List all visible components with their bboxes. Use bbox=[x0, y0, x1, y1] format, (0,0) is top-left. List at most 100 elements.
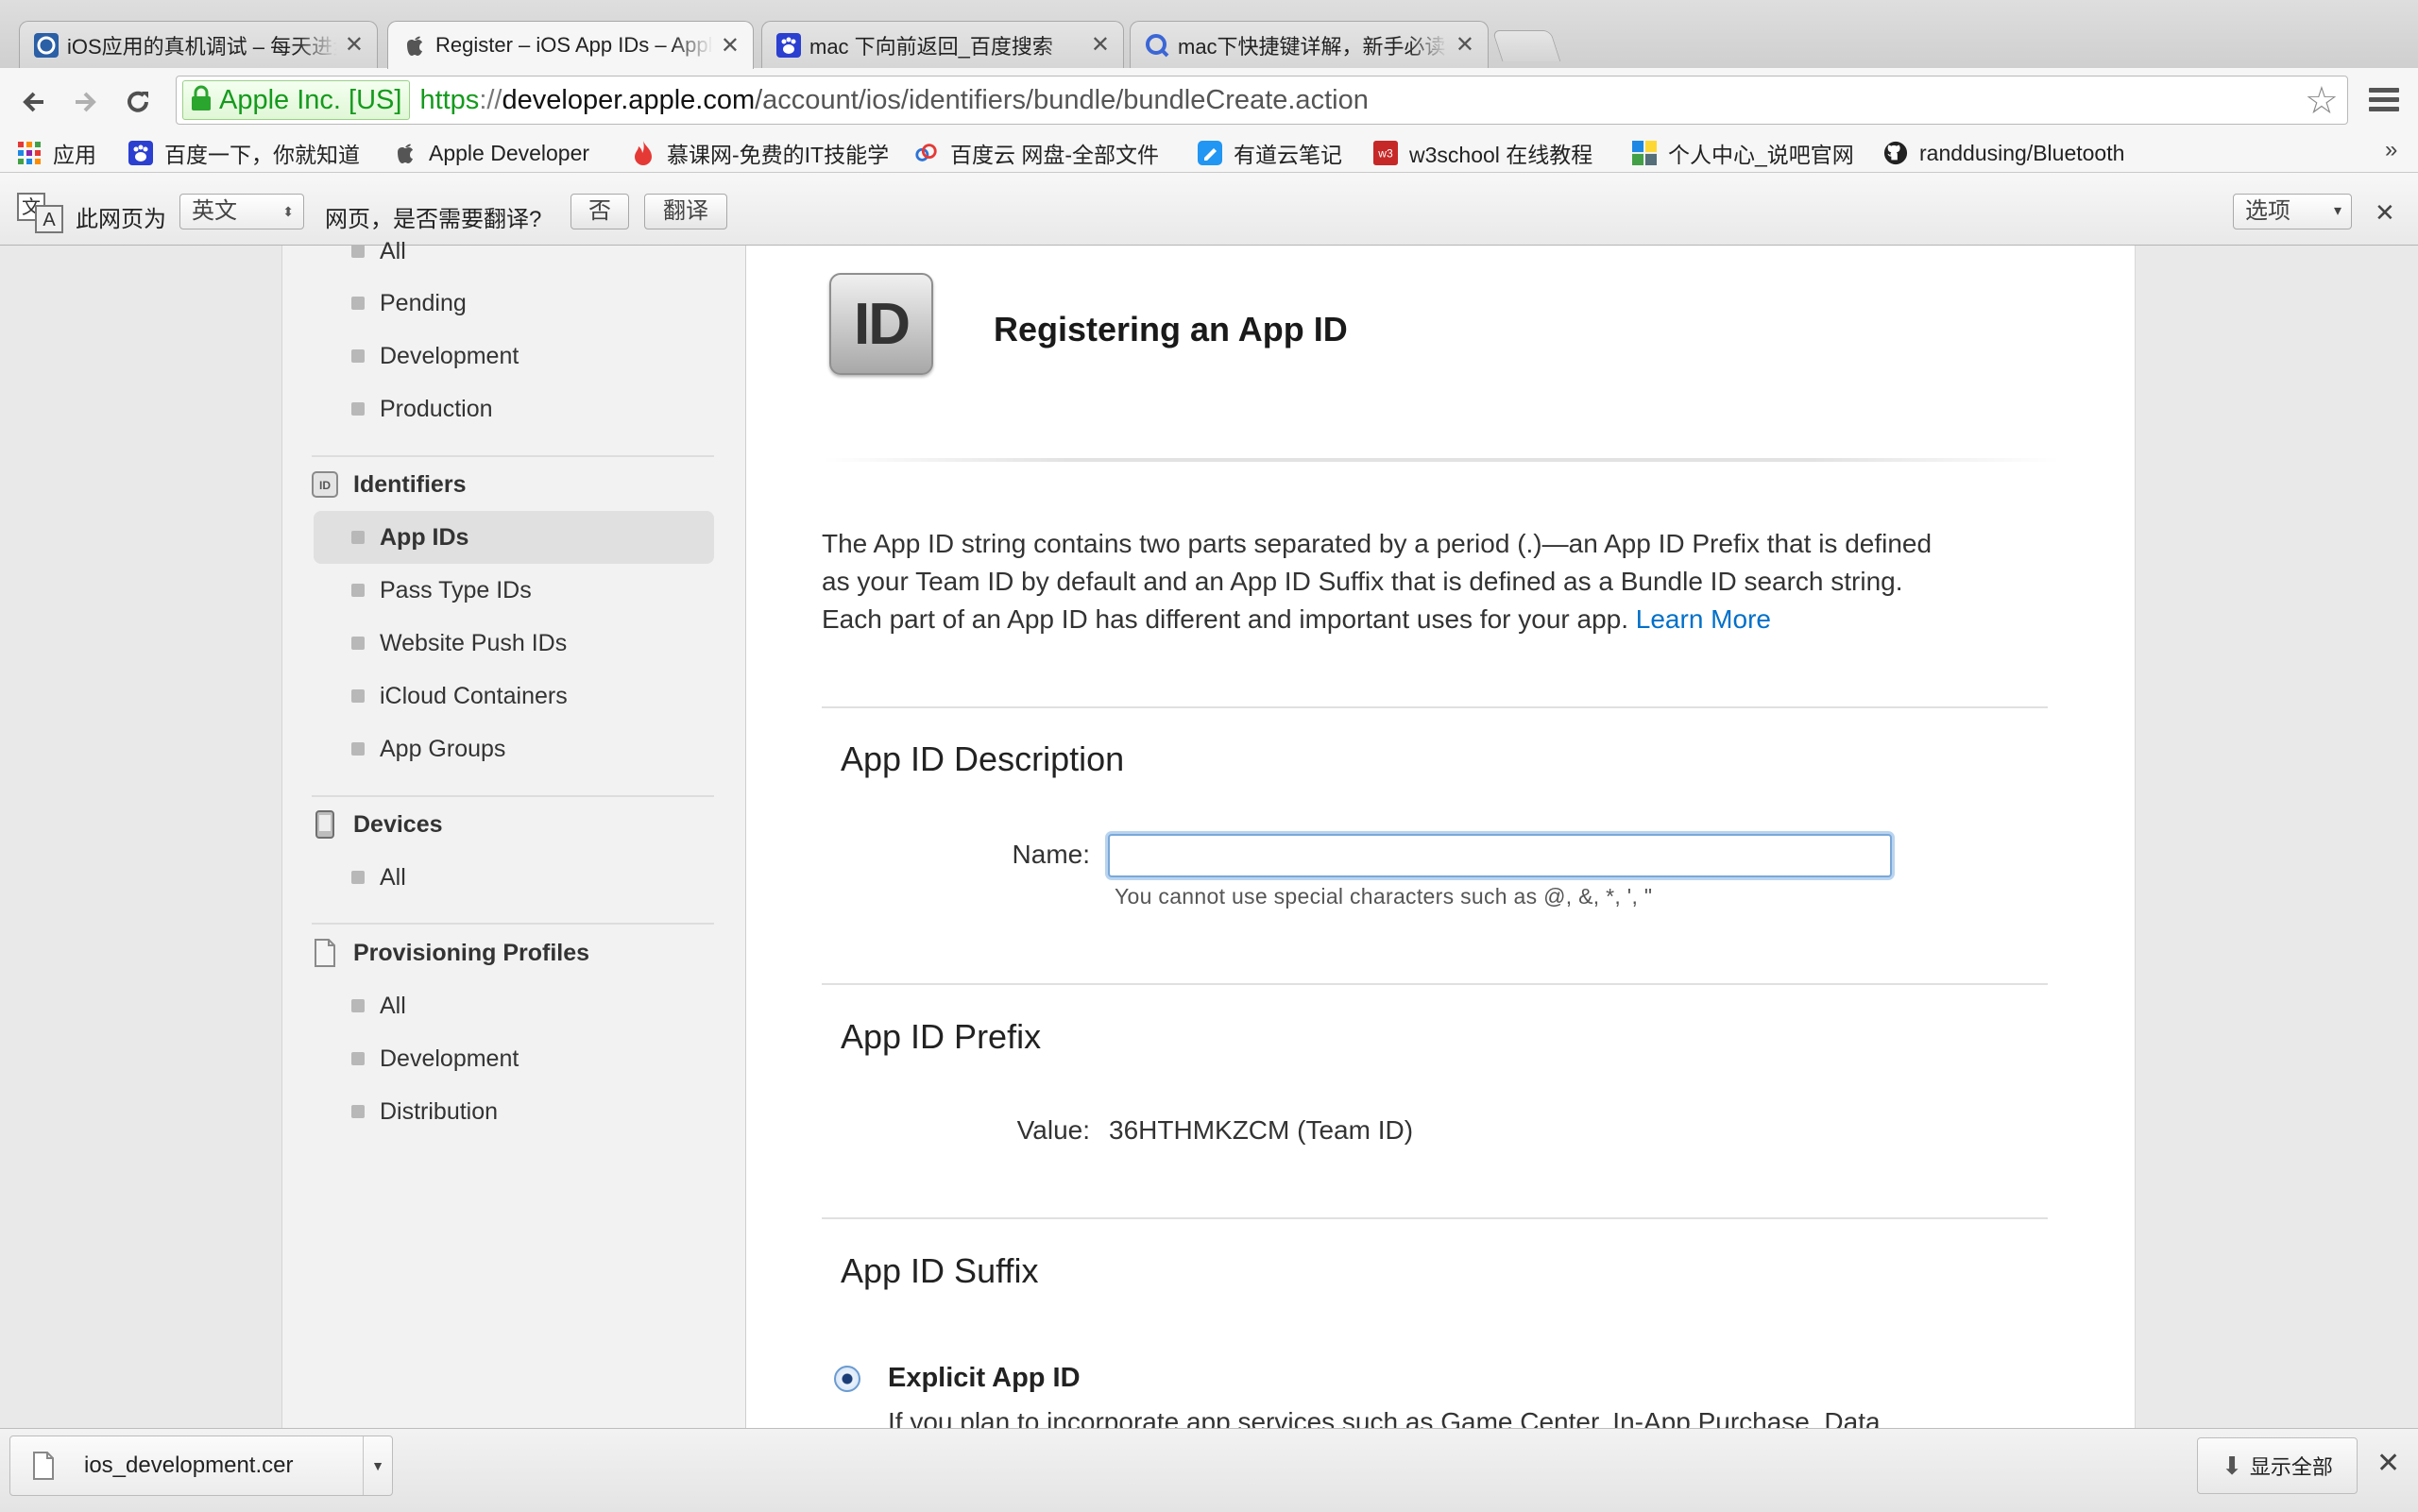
translate-close-icon[interactable]: ✕ bbox=[2375, 198, 2395, 228]
bookmark-baidu-cloud[interactable]: 百度云 网盘-全部文件 bbox=[914, 138, 1159, 168]
sidebar-item-website-push-ids[interactable]: Website Push IDs bbox=[351, 622, 567, 664]
url-host: developer.apple.com bbox=[502, 84, 756, 115]
bullet bbox=[351, 245, 365, 258]
tab-ios-debug[interactable]: iOS应用的真机调试 – 每天进步 ✕ bbox=[19, 21, 378, 68]
sidebar-heading-label: Identifiers bbox=[353, 470, 467, 498]
close-icon[interactable]: ✕ bbox=[345, 31, 364, 59]
url-text[interactable]: https://developer.apple.com/account/ios/… bbox=[419, 85, 1368, 116]
apps-grid-icon bbox=[17, 141, 42, 165]
language-value: 英文 bbox=[192, 198, 237, 224]
sidebar-item-profiles-distribution[interactable]: Distribution bbox=[351, 1091, 498, 1132]
sidebar-item-label: All bbox=[380, 237, 406, 264]
bullet bbox=[351, 689, 365, 703]
sidebar-item-pending[interactable]: Pending bbox=[351, 282, 467, 324]
bookmark-apps[interactable]: 应用 bbox=[17, 138, 96, 168]
bookmark-star-icon[interactable]: ☆ bbox=[2305, 79, 2339, 123]
github-icon bbox=[1883, 141, 1908, 165]
bookmark-w3school[interactable]: w3 w3school 在线教程 bbox=[1373, 138, 1592, 168]
tab-baidu-search[interactable]: mac 下向前返回_百度搜索 ✕ bbox=[761, 21, 1124, 68]
show-all-label: 显示全部 bbox=[2249, 1455, 2333, 1479]
circle-c-icon bbox=[33, 32, 60, 59]
tab-register-app-ids[interactable]: Register – iOS App IDs – Apple ✕ bbox=[387, 21, 754, 69]
close-icon[interactable]: ✕ bbox=[1456, 31, 1474, 59]
sidebar-divider bbox=[312, 795, 714, 797]
show-all-downloads-button[interactable]: ⬇ 显示全部 bbox=[2197, 1437, 2358, 1494]
sidebar-divider bbox=[312, 923, 714, 925]
chevron-down-icon[interactable]: ▼ bbox=[363, 1436, 392, 1495]
sidebar-heading-label: Provisioning Profiles bbox=[353, 939, 590, 966]
sidebar-item-label: Production bbox=[380, 395, 493, 422]
bookmark-apple-developer[interactable]: Apple Developer bbox=[393, 138, 589, 168]
name-label: Name: bbox=[1012, 840, 1090, 869]
translate-no-button[interactable]: 否 bbox=[570, 194, 629, 229]
bullet bbox=[351, 637, 365, 650]
bullet bbox=[351, 742, 365, 756]
sidebar-heading-devices[interactable]: Devices bbox=[312, 806, 443, 843]
app-id-name-input[interactable] bbox=[1108, 834, 1892, 877]
sidebar-item-app-groups[interactable]: App Groups bbox=[351, 728, 505, 770]
url-separator: :// bbox=[479, 84, 502, 115]
bullet bbox=[351, 531, 365, 544]
sidebar-item-icloud-containers[interactable]: iCloud Containers bbox=[351, 675, 568, 717]
section-title-description: App ID Description bbox=[841, 739, 1125, 778]
sidebar-divider bbox=[312, 455, 714, 457]
sidebar-item-profiles-development[interactable]: Development bbox=[351, 1038, 519, 1079]
svg-text:w3: w3 bbox=[1377, 147, 1393, 161]
sidebar-item-devices-all[interactable]: All bbox=[351, 857, 406, 898]
back-button[interactable] bbox=[15, 83, 53, 121]
bookmark-github-bluetooth[interactable]: randdusing/Bluetooth bbox=[1883, 138, 2167, 168]
explicit-app-id-label[interactable]: Explicit App ID bbox=[888, 1363, 1081, 1394]
sidebar-item-pass-type-ids[interactable]: Pass Type IDs bbox=[351, 569, 532, 611]
sidebar-item-label: Pending bbox=[380, 289, 467, 316]
sidebar-heading-provisioning-profiles[interactable]: Provisioning Profiles bbox=[312, 934, 589, 972]
translate-button[interactable]: 翻译 bbox=[644, 194, 727, 229]
sidebar-item-certificates-all[interactable]: All bbox=[351, 230, 406, 272]
download-item[interactable]: ios_development.cer ▼ bbox=[9, 1436, 393, 1496]
url-scheme: https bbox=[419, 84, 480, 115]
menu-icon[interactable] bbox=[2369, 83, 2399, 116]
sidebar-item-profiles-all[interactable]: All bbox=[351, 985, 406, 1027]
language-select[interactable]: 英文 ⬍ bbox=[179, 194, 304, 229]
explicit-app-id-radio[interactable] bbox=[834, 1366, 860, 1392]
translate-options-select[interactable]: 选项 ▾ bbox=[2233, 194, 2352, 229]
learn-more-link[interactable]: Learn More bbox=[1636, 604, 1771, 634]
sidebar-heading-identifiers[interactable]: ID Identifiers bbox=[312, 466, 466, 503]
bookmark-baidu[interactable]: 百度一下，你就知道 bbox=[128, 138, 360, 168]
lock-icon bbox=[191, 85, 212, 116]
bookmarks-overflow-chevron-icon[interactable]: » bbox=[2385, 137, 2397, 163]
bullet bbox=[351, 297, 365, 310]
sidebar-item-label: Development bbox=[380, 1045, 519, 1072]
bookmark-shuoba[interactable]: 个人中心_说吧官网 bbox=[1632, 138, 1854, 168]
intro-line: as your Team ID by default and an App ID… bbox=[822, 567, 1903, 596]
bullet bbox=[351, 999, 365, 1012]
sidebar-item-label: All bbox=[380, 992, 406, 1019]
close-icon[interactable]: ✕ bbox=[2376, 1447, 2400, 1480]
bullet bbox=[351, 584, 365, 597]
tab-mac-shortcuts[interactable]: mac下快捷键详解，新手必读 ✕ bbox=[1130, 21, 1489, 68]
ev-certificate-badge[interactable]: Apple Inc. [US] bbox=[182, 80, 411, 120]
baidu-paw-icon bbox=[128, 141, 153, 165]
intro-line-with-link: Each part of an App ID has different and… bbox=[822, 601, 2059, 638]
close-icon[interactable]: ✕ bbox=[1091, 31, 1110, 59]
device-phone-icon bbox=[312, 810, 338, 839]
tab-title: Register – iOS App IDs – Apple bbox=[435, 33, 713, 57]
close-icon[interactable]: ✕ bbox=[721, 32, 740, 59]
address-bar[interactable]: Apple Inc. [US] https://developer.apple.… bbox=[176, 76, 2348, 125]
sidebar-item-label: App Groups bbox=[380, 735, 506, 762]
reload-button[interactable] bbox=[119, 83, 157, 121]
bookmark-label: 有道云笔记 bbox=[1234, 143, 1342, 167]
bookmark-label: 百度一下，你就知道 bbox=[164, 143, 360, 167]
bookmark-youdao-note[interactable]: 有道云笔记 bbox=[1198, 138, 1342, 168]
bullet bbox=[351, 402, 365, 416]
sidebar-item-development[interactable]: Development bbox=[351, 335, 519, 377]
chevron-down-icon: ▾ bbox=[2333, 203, 2341, 219]
sidebar-item-app-ids[interactable]: App IDs bbox=[351, 517, 468, 558]
id-badge-icon: ID bbox=[312, 471, 338, 498]
page-title: Registering an App ID bbox=[994, 310, 1348, 348]
bookmark-imooc[interactable]: 慕课网-免费的IT技能学 bbox=[631, 138, 891, 168]
forward-button[interactable] bbox=[66, 83, 104, 121]
profile-icon bbox=[1632, 141, 1657, 165]
sidebar-item-production[interactable]: Production bbox=[351, 388, 493, 430]
bookmark-label: 应用 bbox=[53, 143, 96, 167]
new-tab-button[interactable] bbox=[1491, 30, 1561, 61]
